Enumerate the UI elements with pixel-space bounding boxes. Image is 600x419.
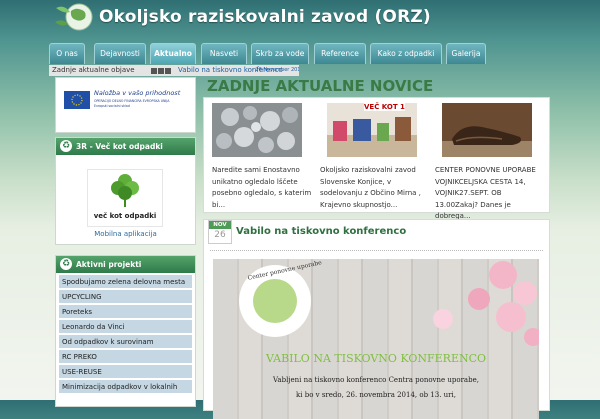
- vkot-logo-text: več kot odpadki: [93, 212, 157, 220]
- nav-aktualno[interactable]: Aktualno: [150, 43, 196, 64]
- nav-nasveti[interactable]: Nasveti: [201, 43, 247, 64]
- page-title: ZADNJE AKTUALNE NOVICE: [207, 77, 434, 95]
- date-month: NOV: [209, 221, 231, 229]
- nav-dejavnosti[interactable]: Dejavnosti: [94, 43, 146, 64]
- clover-leaf-icon: [111, 174, 139, 207]
- eu-banner-line3: Evropski socialni sklad: [94, 104, 130, 108]
- vkot-box-header: ♻ 3R - Več kot odpadki: [56, 138, 195, 155]
- nav-galerija[interactable]: Galerija: [446, 43, 486, 64]
- projects-box: ♻ Aktivni projekti Spodbujamo zelena del…: [55, 255, 196, 407]
- eu-banner-line2: OPERACIJO DELNO FINANCIRA EVROPSKA UNIJA: [94, 99, 170, 103]
- news-image-exhibition[interactable]: [327, 103, 417, 157]
- article: NOV 26 Vabilo na tiskovno konferenco Cen…: [203, 219, 550, 419]
- news-item-text[interactable]: Okoljsko raziskovalni zavod Slovenske Ko…: [320, 165, 424, 211]
- eu-banner-line1: Naložba v vašo prihodnost: [94, 89, 181, 97]
- news-item-text[interactable]: CENTER PONOVNE UPORABE VOJNIKCELJSKA CES…: [435, 165, 539, 223]
- vkot-logo[interactable]: več kot odpadki: [87, 169, 163, 227]
- ticker-pause-icon[interactable]: [158, 68, 164, 74]
- site-title[interactable]: Okoljsko raziskovalni zavod (ORZ): [99, 7, 431, 27]
- project-item[interactable]: UPCYCLING: [59, 290, 192, 304]
- ticker-prev-icon[interactable]: [151, 68, 157, 74]
- project-item[interactable]: USE-REUSE: [59, 365, 192, 379]
- flowers-icon: [433, 261, 539, 346]
- nav-o-nas[interactable]: O nas: [49, 43, 85, 64]
- ticker-controls[interactable]: [151, 67, 175, 74]
- project-item[interactable]: Spodbujamo zelena delovna mesta: [59, 275, 192, 289]
- news-image-shoe[interactable]: [442, 103, 532, 157]
- news-image-mirror[interactable]: [212, 103, 302, 157]
- nav-reference[interactable]: Reference: [314, 43, 366, 64]
- recycle-icon: ♻: [60, 258, 72, 270]
- recycle-icon: ♻: [60, 140, 72, 152]
- poster-heading: VABILO NA TISKOVNO KONFERENCO: [265, 352, 487, 365]
- project-item[interactable]: Minimizacija odpadkov v lokalnih: [59, 380, 192, 394]
- vkot-box: ♻ 3R - Več kot odpadki več kot odpadki M…: [55, 137, 196, 245]
- project-item[interactable]: Poreteks: [59, 305, 192, 319]
- projects-box-title: Aktivni projekti: [76, 260, 142, 269]
- ticker-label: Zadnje aktualne objave: [52, 66, 135, 74]
- projects-box-header: ♻ Aktivni projekti: [56, 256, 195, 273]
- news-panel: Naredite sami Enostavno unikatno ogledal…: [203, 97, 550, 220]
- poster-line-2: ki bo v sredo, 26. novembra 2014, ob 13.…: [296, 391, 456, 399]
- project-item[interactable]: RC PREKO: [59, 350, 192, 364]
- date-badge: NOV 26: [208, 220, 232, 244]
- nav-kako-z-odpadki[interactable]: Kako z odpadki: [370, 43, 442, 64]
- date-day: 26: [214, 230, 226, 240]
- news-item-text[interactable]: Naredite sami Enostavno unikatno ogledal…: [212, 165, 316, 211]
- news-image-label: VEČ KOT 1: [364, 103, 405, 111]
- vkot-box-title: 3R - Več kot odpadki: [76, 142, 163, 151]
- site-header: Okoljsko raziskovalni zavod (ORZ): [0, 0, 600, 42]
- eu-flag-icon: [64, 91, 90, 109]
- invitation-poster[interactable]: Center ponovne uporabe VABILO NA TISKOVN…: [213, 259, 539, 419]
- news-ticker: Zadnje aktualne objave Vabilo na tiskovn…: [49, 65, 299, 76]
- poster-line-1: Vabljeni na tiskovno konferenco Centra p…: [273, 376, 479, 384]
- ticker-date: - 26.November 2014: [252, 67, 299, 73]
- nav-skrb-za-vode[interactable]: Skrb za vode: [251, 43, 309, 64]
- mobile-app-link[interactable]: Mobilna aplikacija: [56, 230, 195, 238]
- ticker-next-icon[interactable]: [165, 68, 171, 74]
- globe-logo-icon[interactable]: [54, 2, 98, 32]
- project-item[interactable]: Leonardo da Vinci: [59, 320, 192, 334]
- article-title[interactable]: Vabilo na tiskovno konferenco: [236, 226, 406, 237]
- article-divider: [210, 250, 543, 251]
- eu-banner[interactable]: Naložba v vašo prihodnost OPERACIJO DELN…: [55, 77, 196, 133]
- project-item[interactable]: Od odpadkov k surovinam: [59, 335, 192, 349]
